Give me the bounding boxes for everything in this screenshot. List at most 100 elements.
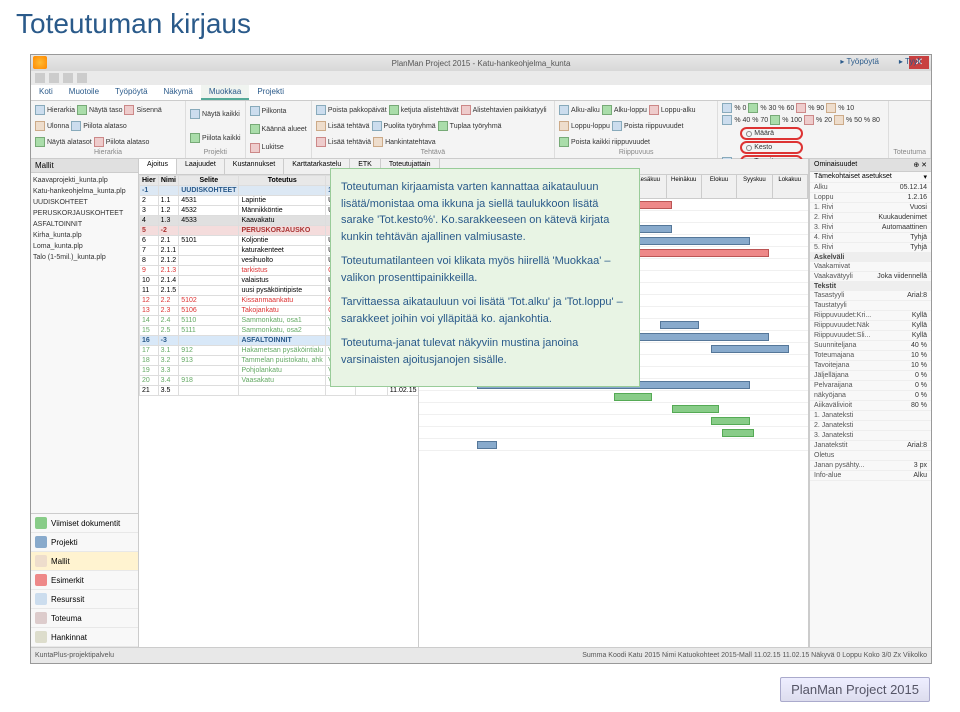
ribbon-button[interactable]: ketjuta alistehtävät <box>389 103 459 117</box>
gantt-bar[interactable] <box>660 321 699 329</box>
prop-row[interactable]: 3. Janateksti <box>810 431 931 441</box>
ribbon-button[interactable]: % 0 <box>722 103 746 113</box>
gantt-row[interactable] <box>419 391 808 403</box>
ribbon-button[interactable]: Sisennä <box>124 103 161 117</box>
ribbon-button[interactable]: Hankintatehtava <box>373 135 436 149</box>
ribbon-button[interactable]: Puolita työryhmä <box>372 119 436 133</box>
cell[interactable] <box>179 286 239 296</box>
cell[interactable]: 6 <box>140 236 159 246</box>
column-header[interactable]: Selite <box>179 176 239 186</box>
cell[interactable] <box>239 386 326 396</box>
cell[interactable] <box>179 336 239 346</box>
ribbon-button[interactable]: Näytä kaikki <box>190 103 240 125</box>
ribbon-button[interactable]: Alku-loppu <box>602 103 647 117</box>
cell[interactable]: 2 <box>140 196 159 206</box>
prop-row[interactable]: Aiikavälivioit80 % <box>810 401 931 411</box>
ribbon-button[interactable]: Poista pakkopäivät <box>316 103 387 117</box>
ribbon-button[interactable]: % 40 % 70 <box>722 115 768 125</box>
cell[interactable]: 2.1.4 <box>158 276 179 286</box>
cell[interactable]: 5110 <box>179 316 239 326</box>
gantt-bar[interactable] <box>633 237 750 245</box>
nav-item[interactable]: Viimiset dokumentit <box>31 514 138 533</box>
cell[interactable]: 12 <box>140 296 159 306</box>
cell[interactable]: 3.4 <box>158 376 179 386</box>
ribbon-button[interactable]: % 50 % 80 <box>834 115 880 125</box>
cell[interactable]: 2.4 <box>158 316 179 326</box>
prop-row[interactable]: Alku05.12.14 <box>810 183 931 193</box>
cell[interactable] <box>179 366 239 376</box>
cell[interactable]: 20 <box>140 376 159 386</box>
prop-row[interactable]: Suunniteljana40 % <box>810 341 931 351</box>
qat-icon[interactable] <box>77 73 87 83</box>
cell[interactable]: 1.1 <box>158 196 179 206</box>
cell[interactable]: Koljontie <box>239 236 326 246</box>
ribbon-radio[interactable]: Kesto <box>740 141 802 154</box>
cell[interactable]: 2.2 <box>158 296 179 306</box>
gantt-row[interactable] <box>419 415 808 427</box>
gantt-bar[interactable] <box>711 345 789 353</box>
cell[interactable]: Pohjolankatu <box>239 366 326 376</box>
tree-item[interactable]: Loma_kunta.plp <box>33 241 136 252</box>
cell[interactable]: 21 <box>140 386 159 396</box>
cell[interactable]: 13 <box>140 306 159 316</box>
prop-row[interactable]: TasastyyliArial:8 <box>810 291 931 301</box>
cell[interactable]: -2 <box>158 226 179 236</box>
ribbon-button[interactable]: Alku-alku <box>559 103 600 117</box>
ribbon-button[interactable]: Loppu-alku <box>649 103 696 117</box>
cell[interactable]: 1.2 <box>158 206 179 216</box>
cell[interactable]: 5101 <box>179 236 239 246</box>
column-header[interactable]: Nimi <box>158 176 179 186</box>
nav-item[interactable]: Toteuma <box>31 609 138 628</box>
prop-row[interactable]: Pelvaraijana0 % <box>810 381 931 391</box>
prop-row[interactable]: 3. RiviAutomaattinen <box>810 223 931 233</box>
ribbon-button[interactable]: % 100 <box>770 115 802 125</box>
cell[interactable]: tarkistus <box>239 266 326 276</box>
ribbon-right-tyyli[interactable]: ▸ Tyyli <box>891 55 929 68</box>
cell[interactable]: 5102 <box>179 296 239 306</box>
cell[interactable]: 3.1 <box>158 346 179 356</box>
cell[interactable]: UUDISKOHTEET <box>179 186 239 196</box>
ribbon-button[interactable]: Poista kaikki riippuvuudet <box>559 135 650 149</box>
tree-item[interactable]: Kirha_kunta.plp <box>33 230 136 241</box>
qat-icon[interactable] <box>63 73 73 83</box>
cell[interactable]: Sammonkatu, osa2 <box>239 326 326 336</box>
prop-row[interactable]: VaakavätyyliJoka viidennellä <box>810 272 931 282</box>
tree-item[interactable]: Kaavaprojekti_kunta.plp <box>33 175 136 186</box>
cell[interactable]: 2.5 <box>158 326 179 336</box>
cell[interactable]: 918 <box>179 376 239 386</box>
ribbon-button[interactable]: % 90 <box>796 103 824 113</box>
cell[interactable]: Hakametsan pysäköintialu <box>239 346 326 356</box>
cell[interactable]: 2.1.3 <box>158 266 179 276</box>
ribbon-button[interactable]: Hierarkia <box>35 103 75 117</box>
cell[interactable] <box>179 226 239 236</box>
prop-row[interactable]: Oletus <box>810 451 931 461</box>
cell[interactable]: 2.1.2 <box>158 256 179 266</box>
cell[interactable]: 18 <box>140 356 159 366</box>
cell[interactable]: 4533 <box>179 216 239 226</box>
cell[interactable]: ASFALTOINNIT <box>239 336 326 346</box>
tree-item[interactable]: Katu-hankeohjelma_kunta.plp <box>33 186 136 197</box>
cell[interactable]: 4531 <box>179 196 239 206</box>
cell[interactable]: 913 <box>179 356 239 366</box>
nav-item[interactable]: Resurssit <box>31 590 138 609</box>
ribbon-button[interactable]: Käännä alueet <box>250 121 307 137</box>
prop-row[interactable]: Jäljelläjana0 % <box>810 371 931 381</box>
prop-row[interactable]: Janan pysähty...3 px <box>810 461 931 471</box>
ribbon-button[interactable]: % 30 % 60 <box>748 103 794 113</box>
project-tree[interactable]: Kaavaprojekti_kunta.plpKatu-hankeohjelma… <box>31 173 138 261</box>
prop-row[interactable]: Vaakamivat <box>810 262 931 272</box>
ribbon-button[interactable]: Lukitse <box>250 140 284 156</box>
cell[interactable]: 912 <box>179 346 239 356</box>
cell[interactable] <box>355 386 387 396</box>
ribbon-button[interactable]: Näytä alatasot <box>35 135 92 149</box>
cell[interactable]: 5111 <box>179 326 239 336</box>
qat-icon[interactable] <box>49 73 59 83</box>
tree-item[interactable]: PERUSKORJAUSKOHTEET <box>33 208 136 219</box>
cell[interactable] <box>179 256 239 266</box>
ribbon-button[interactable]: % 10 <box>826 103 854 113</box>
cell[interactable] <box>239 186 326 196</box>
ribbon-button[interactable]: % 20 <box>804 115 832 125</box>
cell[interactable]: 7 <box>140 246 159 256</box>
prop-row[interactable]: Tavoitejana10 % <box>810 361 931 371</box>
cell[interactable]: katurakenteet <box>239 246 326 256</box>
